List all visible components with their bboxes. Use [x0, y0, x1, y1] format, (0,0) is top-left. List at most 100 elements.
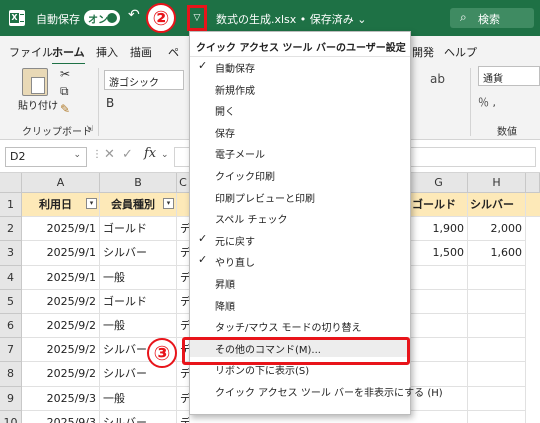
header-cell-gold[interactable]: ゴールド — [410, 193, 468, 218]
header-cell-silver[interactable]: シルバー — [468, 193, 526, 218]
table-cell-date[interactable]: 2025/9/2 — [22, 362, 100, 387]
tab-home[interactable]: ホーム — [52, 44, 85, 65]
table-cell-gold[interactable] — [410, 265, 468, 290]
row-header[interactable]: 1 — [0, 193, 22, 218]
table-cell-silver[interactable] — [468, 314, 526, 339]
menu-item-open[interactable]: 開く — [190, 99, 410, 119]
table-cell-date[interactable]: 2025/9/1 — [22, 217, 100, 242]
menu-item-sort-ascending[interactable]: 昇順 — [190, 272, 410, 292]
enter-icon[interactable]: ✓ — [122, 147, 133, 162]
table-cell-silver[interactable] — [468, 386, 526, 411]
table-cell-silver[interactable]: 2,000 — [468, 217, 526, 242]
table-cell-silver[interactable] — [468, 410, 526, 423]
customize-qat-button[interactable]: ▽ — [187, 5, 207, 31]
row-header[interactable]: 5 — [0, 289, 22, 314]
row-header[interactable]: 7 — [0, 338, 22, 363]
header-cell-date[interactable]: 利用日 ▾ — [22, 193, 100, 218]
insert-function-icon[interactable]: fx — [144, 146, 156, 161]
chevron-down-icon[interactable]: ⌄ — [161, 150, 169, 160]
autosave-toggle[interactable]: オン — [84, 10, 120, 26]
bold-icon[interactable]: B — [106, 96, 114, 110]
file-title[interactable]: 数式の生成.xlsx • 保存済み ⌄ — [216, 11, 367, 27]
font-name-select[interactable]: 游ゴシック — [104, 70, 184, 90]
row-header[interactable]: 8 — [0, 362, 22, 387]
menu-item-touch-mouse-mode[interactable]: タッチ/マウス モードの切り替え — [190, 315, 410, 335]
menu-item-quick-print[interactable]: クイック印刷 — [190, 164, 410, 184]
dialog-launcher-icon[interactable]: ⇲ — [86, 124, 93, 133]
table-cell-member-type[interactable]: 一般 — [100, 314, 177, 339]
menu-item-undo[interactable]: ✓ 元に戻す — [190, 229, 410, 249]
filter-dropdown-icon[interactable]: ▾ — [163, 198, 174, 209]
paste-icon[interactable] — [22, 68, 48, 96]
filter-dropdown-icon[interactable]: ▾ — [86, 198, 97, 209]
tab-developer[interactable]: 開発 — [412, 44, 434, 60]
column-header-a[interactable]: A — [22, 173, 100, 193]
row-header[interactable]: 2 — [0, 217, 22, 242]
menu-item-print-preview[interactable]: 印刷プレビューと印刷 — [190, 186, 410, 206]
copy-icon[interactable]: ⧉ — [60, 84, 69, 99]
row-header[interactable]: 10 — [0, 410, 22, 423]
table-cell-member-type[interactable]: ゴールド — [100, 289, 177, 314]
number-format-select[interactable]: 通貨 — [478, 66, 540, 86]
menu-item-label: やり直し — [215, 258, 255, 270]
menu-item-hide-qat[interactable]: クイック アクセス ツール バーを非表示にする (H) — [190, 380, 443, 400]
table-cell-member-type[interactable]: シルバー — [100, 410, 177, 423]
table-cell-member-type[interactable]: 一般 — [100, 386, 177, 411]
column-header-b[interactable]: B — [100, 173, 177, 193]
table-cell-date[interactable]: 2025/9/2 — [22, 314, 100, 339]
tab-draw[interactable]: 描画 — [130, 44, 152, 60]
menu-item-sort-descending[interactable]: 降順 — [190, 294, 410, 314]
menu-item-email[interactable]: 電子メール — [190, 142, 410, 162]
tab-help[interactable]: ヘルプ — [444, 44, 477, 60]
paste-label[interactable]: 貼り付け — [18, 97, 58, 112]
table-cell-date[interactable]: 2025/9/1 — [22, 265, 100, 290]
table-cell-gold[interactable] — [410, 314, 468, 339]
tab-page-layout[interactable]: ペ — [168, 44, 179, 60]
table-cell-gold[interactable] — [410, 289, 468, 314]
column-header-i[interactable] — [526, 173, 540, 193]
table-cell-date[interactable]: 2025/9/1 — [22, 241, 100, 266]
tab-insert[interactable]: 挿入 — [96, 44, 118, 60]
table-cell-gold[interactable] — [410, 338, 468, 363]
tab-file[interactable]: ファイル — [9, 44, 53, 60]
select-all-corner[interactable] — [0, 173, 22, 193]
table-cell-gold[interactable]: 1,500 — [410, 241, 468, 266]
undo-icon[interactable]: ↶ — [128, 7, 140, 23]
table-cell-date[interactable]: 2025/9/2 — [22, 289, 100, 314]
table-cell-gold[interactable] — [410, 410, 468, 423]
name-box[interactable]: D2 ⌄ — [5, 147, 87, 167]
table-cell-silver[interactable] — [468, 362, 526, 387]
menu-item-new[interactable]: 新規作成 — [190, 78, 410, 98]
table-cell-gold[interactable] — [410, 362, 468, 387]
table-cell-date[interactable]: 2025/9/3 — [22, 410, 100, 423]
header-cell-member-type[interactable]: 会員種別 ▾ — [100, 193, 177, 218]
toggle-knob — [107, 13, 117, 23]
menu-item-autosave[interactable]: ✓ 自動保存 — [190, 56, 410, 76]
table-cell-member-type[interactable]: ゴールド — [100, 217, 177, 242]
table-cell-gold[interactable]: 1,900 — [410, 217, 468, 242]
row-header[interactable]: 4 — [0, 265, 22, 290]
wrap-text-icon[interactable]: ab — [430, 72, 445, 86]
table-cell-silver[interactable] — [468, 289, 526, 314]
header-cell-i[interactable] — [526, 193, 540, 218]
row-header[interactable]: 3 — [0, 241, 22, 266]
cut-icon[interactable]: ✂ — [60, 67, 70, 81]
table-cell-silver[interactable]: 1,600 — [468, 241, 526, 266]
search-box[interactable]: ⌕ 検索 — [450, 8, 534, 28]
row-header[interactable]: 9 — [0, 386, 22, 411]
table-cell-member-type[interactable]: シルバー — [100, 241, 177, 266]
column-header-g[interactable]: G — [410, 173, 468, 193]
row-header[interactable]: 6 — [0, 314, 22, 339]
column-header-h[interactable]: H — [468, 173, 526, 193]
menu-item-spell-check[interactable]: スペル チェック — [190, 207, 410, 227]
menu-item-redo[interactable]: ✓ やり直し — [190, 250, 410, 270]
table-cell-silver[interactable] — [468, 265, 526, 290]
format-painter-icon[interactable]: ✎ — [60, 102, 70, 116]
cancel-icon[interactable]: ✕ — [104, 147, 115, 162]
menu-item-save[interactable]: 保存 — [190, 121, 410, 141]
table-cell-member-type[interactable]: 一般 — [100, 265, 177, 290]
number-format-icons[interactable]: ％ , — [478, 94, 496, 110]
table-cell-silver[interactable] — [468, 338, 526, 363]
table-cell-date[interactable]: 2025/9/2 — [22, 338, 100, 363]
table-cell-date[interactable]: 2025/9/3 — [22, 386, 100, 411]
